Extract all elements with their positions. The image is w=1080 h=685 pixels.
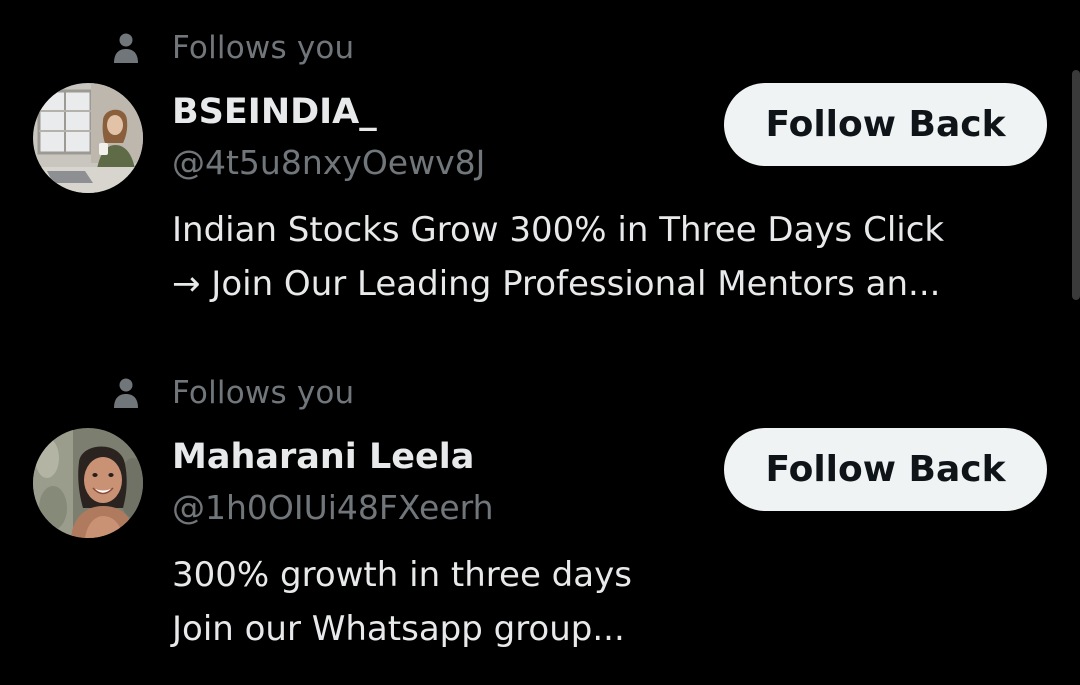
follows-you-label: Follows you: [172, 375, 355, 411]
scrollbar-thumb[interactable]: [1072, 70, 1080, 300]
person-icon: [112, 377, 140, 409]
user-handle[interactable]: @1h0OIUi48FXeerh: [172, 488, 494, 527]
bio: Indian Stocks Grow 300% in Three Days Cl…: [172, 203, 1042, 311]
bio-line: Join our Whatsapp group...: [172, 609, 625, 649]
bio: 300% growth in three days Join our Whats…: [172, 548, 1042, 656]
display-name[interactable]: BSEINDIA_: [172, 92, 377, 132]
bio-line: 300% growth in three days: [172, 555, 632, 595]
display-name[interactable]: Maharani Leela: [172, 437, 474, 477]
scrollbar[interactable]: [1068, 0, 1080, 680]
follow-back-button[interactable]: Follow Back: [724, 428, 1047, 511]
user-handle[interactable]: @4t5u8nxyOewv8J: [172, 143, 485, 182]
follow-back-button[interactable]: Follow Back: [724, 83, 1047, 166]
avatar[interactable]: [33, 428, 143, 538]
avatar[interactable]: [33, 83, 143, 193]
follows-you-indicator: Follows you: [112, 30, 354, 66]
bio-line: Indian Stocks Grow 300% in Three Days Cl…: [172, 210, 945, 250]
person-icon: [112, 32, 140, 64]
bio-line: → Join Our Leading Professional Mentors …: [172, 264, 941, 304]
follows-you-label: Follows you: [172, 30, 355, 66]
follower-card[interactable]: Follows you BSEINDIA_ @4t5u8nxyOewv8J In…: [0, 0, 1068, 340]
follower-card[interactable]: Follows you Maharani Leela @1h0OIUi48FXe…: [0, 345, 1068, 685]
follows-you-indicator: Follows you: [112, 375, 354, 411]
